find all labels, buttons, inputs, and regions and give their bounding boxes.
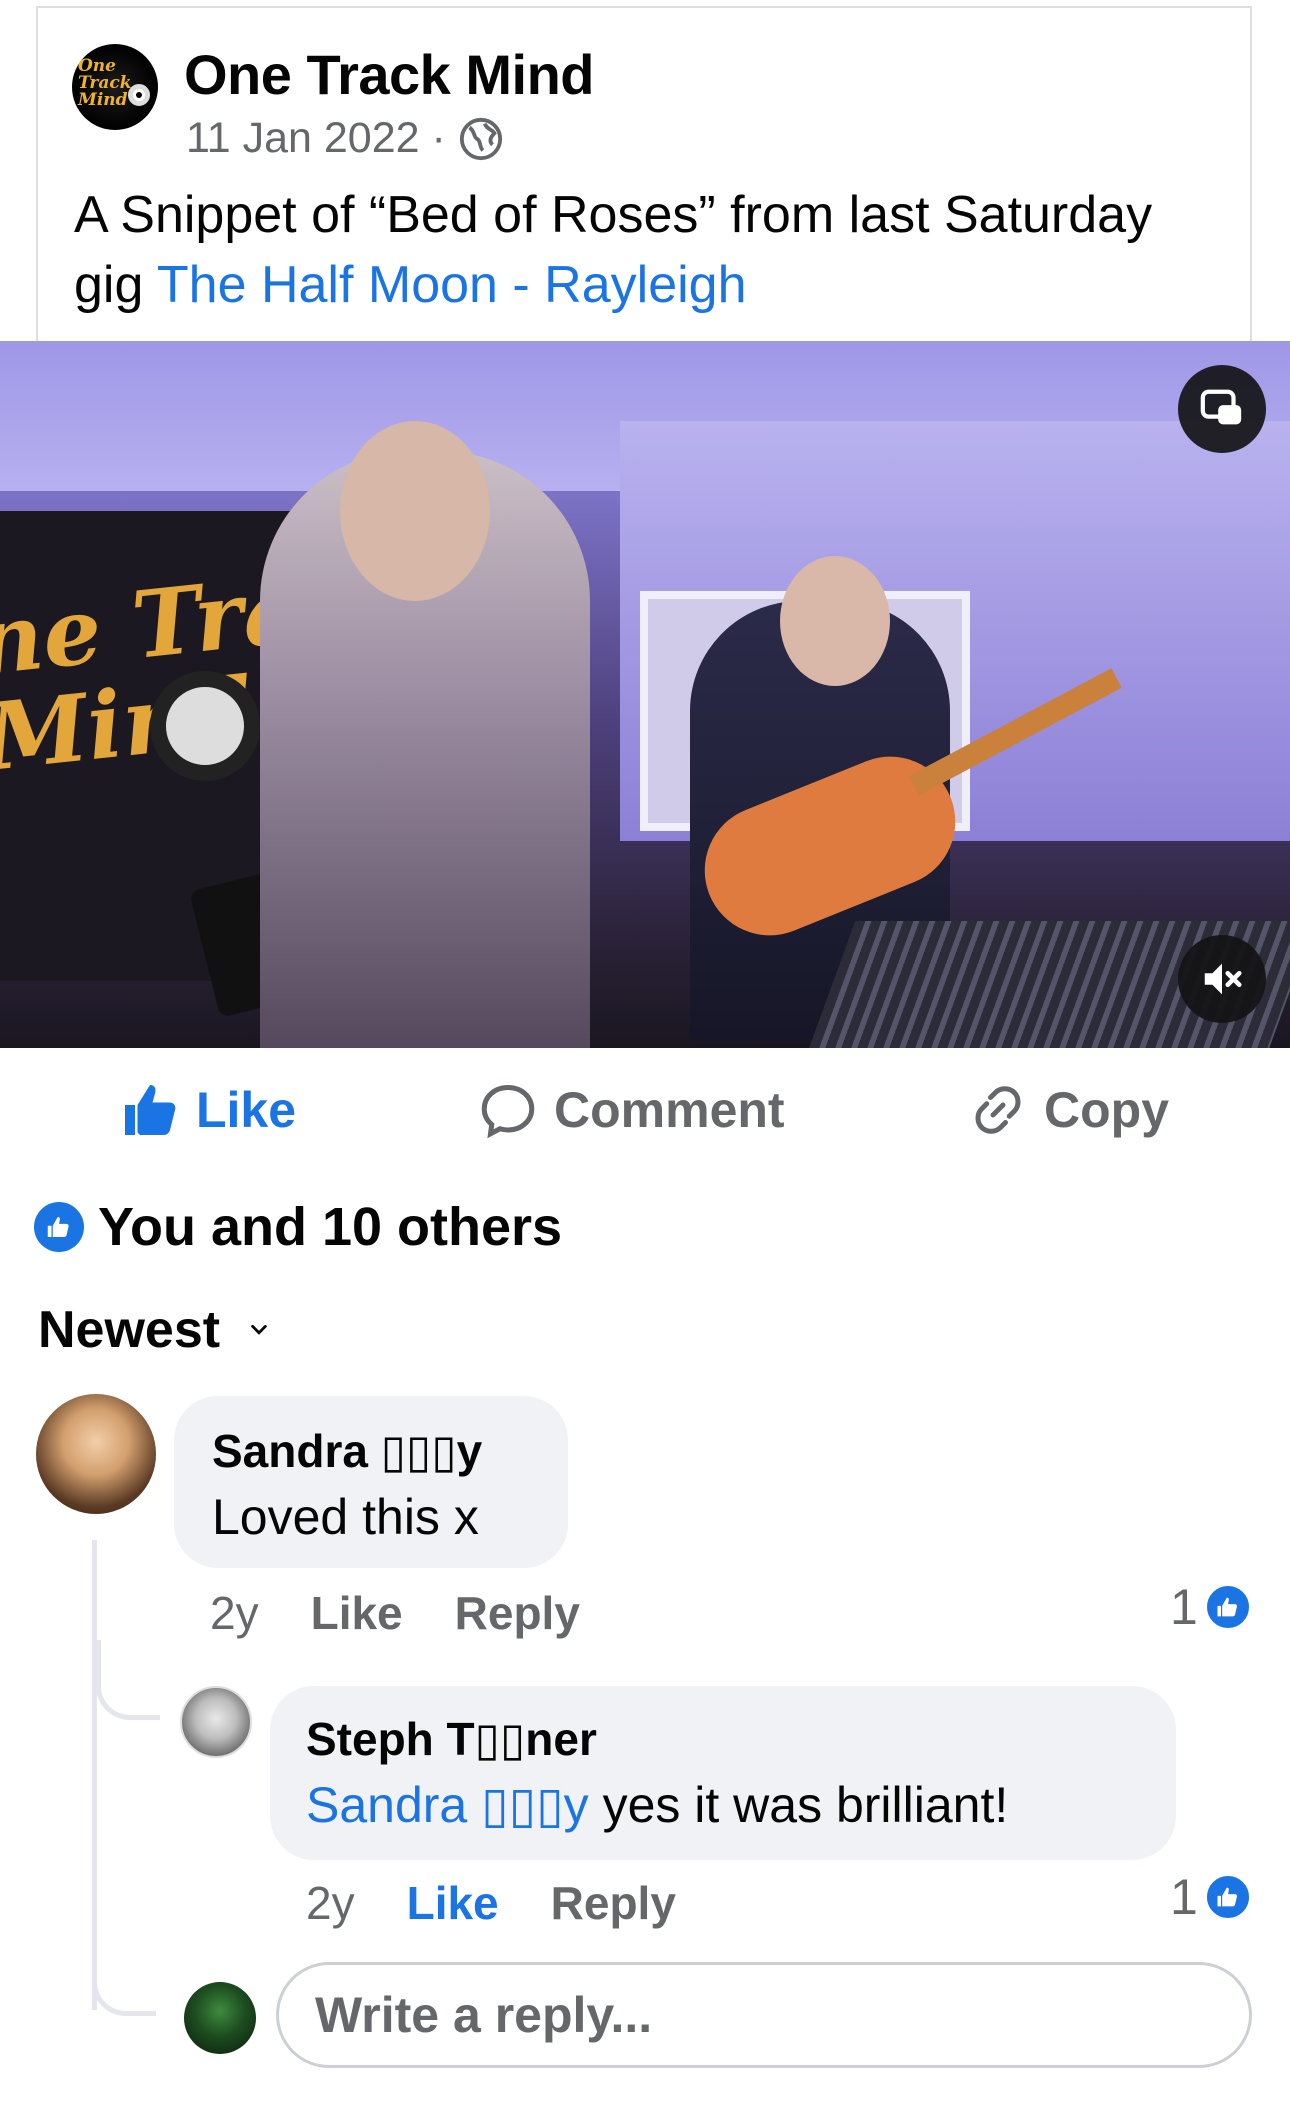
vinyl-disc-icon (128, 84, 150, 106)
banner-vinyl (150, 671, 260, 781)
logo-tagline (88, 108, 148, 118)
avatar[interactable] (36, 1394, 156, 1514)
thumbs-up-icon (125, 1085, 176, 1135)
comment-time[interactable]: 2y (210, 1586, 259, 1640)
reply-input-container[interactable] (276, 1962, 1252, 2068)
comment-text: Sandra ▯▯▯y yes it was brilliant! (306, 1776, 1008, 1834)
post-card: One Track Mind One Track Mind 11 Jan 202… (36, 6, 1252, 344)
comment-author[interactable]: Steph T▯▯ner (306, 1712, 597, 1766)
like-button[interactable]: Like (120, 1070, 296, 1150)
post-actions: Like Comment Copy (0, 1070, 1290, 1150)
thread-branch (96, 1640, 160, 1720)
reply-input[interactable] (315, 1986, 1249, 2044)
bassist-head (780, 556, 890, 686)
post-date[interactable]: 11 Jan 2022 (186, 114, 420, 163)
comment-author[interactable]: Sandra ▯▯▯y (212, 1424, 482, 1478)
comment-bubble-icon (481, 1084, 535, 1139)
comment-like-button[interactable]: Like (311, 1586, 403, 1640)
comment-time[interactable]: 2y (306, 1876, 355, 1930)
reaction-count-value: 1 (1170, 1579, 1198, 1635)
link-icon (975, 1086, 1021, 1134)
location-link[interactable]: The Half Moon - Rayleigh (157, 256, 747, 314)
like-reaction-icon (34, 1202, 84, 1252)
comment-reaction-count[interactable]: 1 (1170, 1868, 1252, 1926)
avatar[interactable] (180, 1686, 252, 1758)
comment-like-button[interactable]: Like (407, 1876, 499, 1930)
comment-bubble: Steph T▯▯ner Sandra ▯▯▯y yes it was bril… (270, 1686, 1176, 1860)
comment-text: Loved this x (212, 1489, 479, 1545)
comment-reply-button[interactable]: Reply (455, 1586, 580, 1640)
comment-label: Comment (554, 1082, 785, 1138)
comment-button[interactable]: Comment (478, 1070, 785, 1150)
comment-bubble: Sandra ▯▯▯y Loved this x (174, 1396, 568, 1568)
mention-link[interactable]: Sandra ▯▯▯y (306, 1777, 589, 1833)
post-text: A Snippet of “Bed of Roses” from last Sa… (74, 180, 1224, 320)
post-meta: 11 Jan 2022 · (186, 114, 504, 163)
avatar[interactable] (184, 1982, 256, 2054)
thread-branch (92, 1940, 156, 2016)
video-player[interactable]: ne Track Mind (0, 341, 1290, 1048)
copy-link-button[interactable]: Copy (968, 1070, 1169, 1150)
comment-meta: 2y Like Reply (306, 1876, 728, 1930)
reaction-count-value: 1 (1170, 1869, 1198, 1925)
copy-label: Copy (1044, 1082, 1169, 1138)
reactions-summary-text: You and 10 others (98, 1197, 563, 1257)
page-avatar[interactable]: One Track Mind (72, 44, 158, 130)
like-label: Like (196, 1082, 297, 1138)
comment-reaction-count[interactable]: 1 (1170, 1578, 1252, 1636)
picture-in-picture-button[interactable] (1178, 365, 1266, 453)
sort-label: Newest (38, 1301, 221, 1359)
chevron-down-icon (251, 1324, 267, 1335)
singer-head (340, 421, 490, 601)
like-reaction-icon (1203, 1583, 1252, 1631)
like-reaction-icon (1203, 1873, 1252, 1921)
globe-icon[interactable] (458, 116, 504, 162)
comment-body: yes it was brilliant! (588, 1777, 1009, 1833)
comment-reply-button[interactable]: Reply (551, 1876, 676, 1930)
muted-speaker-icon (1204, 963, 1242, 995)
comment-meta: 2y Like Reply (210, 1586, 632, 1640)
picture-in-picture-icon (1200, 389, 1242, 425)
comment-sort-dropdown[interactable]: Newest (38, 1300, 270, 1360)
reactions-summary[interactable]: You and 10 others (34, 1196, 562, 1258)
page-name[interactable]: One Track Mind (184, 42, 595, 107)
mute-button[interactable] (1178, 935, 1266, 1023)
meta-separator: · (431, 114, 446, 162)
